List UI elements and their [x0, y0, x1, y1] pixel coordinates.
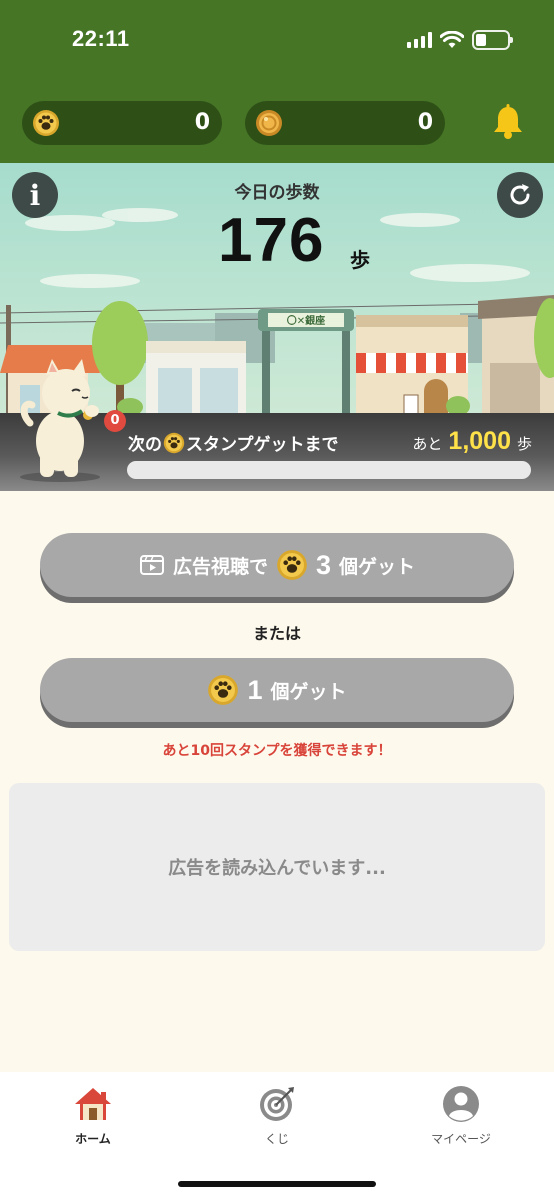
- paw-count: 0: [194, 110, 210, 135]
- next-stamp-label: 次の スタンプゲットまで: [128, 430, 339, 455]
- remaining-steps-value: 1,000: [448, 427, 511, 455]
- user-icon: [443, 1086, 479, 1122]
- app-header: 22:11 0 0: [0, 0, 554, 163]
- step-count: 176: [218, 206, 325, 275]
- coin-counter[interactable]: 0: [245, 101, 445, 145]
- paw-coin-icon: [33, 110, 59, 136]
- get-one-stamp-button[interactable]: 1 個ゲット: [40, 658, 514, 722]
- stamp-progress-bar: [127, 461, 531, 479]
- remaining-steps: あと 1,000 歩: [412, 427, 532, 455]
- tab-mypage[interactable]: マイページ: [401, 1084, 521, 1147]
- wifi-icon: [440, 31, 464, 48]
- paw-coin-icon: [163, 432, 185, 453]
- paw-coin-icon: [208, 675, 239, 705]
- cellular-signal-icon: [407, 32, 432, 48]
- ad-placeholder: 広告を読み込んでいます...: [9, 783, 545, 951]
- home-icon: [75, 1088, 111, 1120]
- tab-home[interactable]: ホーム: [33, 1084, 153, 1147]
- status-icons: [407, 30, 513, 50]
- remaining-stamps-note: あと10回スタンプを獲得できます！: [162, 743, 392, 759]
- status-time: 22:11: [72, 26, 130, 51]
- coin-count: 0: [417, 110, 433, 135]
- lucky-cat-character: [20, 359, 100, 482]
- or-label: または: [252, 624, 301, 643]
- video-ad-icon: [139, 555, 164, 575]
- step-unit: 歩: [350, 248, 370, 272]
- watch-ad-button[interactable]: 広告視聴で 3 個ゲット: [40, 533, 514, 597]
- target-icon: [260, 1087, 294, 1121]
- bell-icon[interactable]: [491, 104, 525, 140]
- battery-icon: [472, 30, 513, 50]
- tab-kuji[interactable]: くじ: [217, 1084, 337, 1147]
- gate-sign: 〇✕銀座: [287, 314, 325, 327]
- steps-title: 今日の歩数: [234, 183, 320, 203]
- paw-stamp-counter[interactable]: 0: [22, 101, 222, 145]
- step-counter-panel: 〇✕銀座 i 今日の歩数 176 歩 0 次の スタンプゲットまで あと 1,0…: [0, 163, 554, 491]
- home-indicator: [178, 1181, 376, 1187]
- gold-coin-icon: [256, 110, 282, 136]
- notification-badge: 0: [104, 410, 126, 432]
- paw-coin-icon: [277, 550, 307, 580]
